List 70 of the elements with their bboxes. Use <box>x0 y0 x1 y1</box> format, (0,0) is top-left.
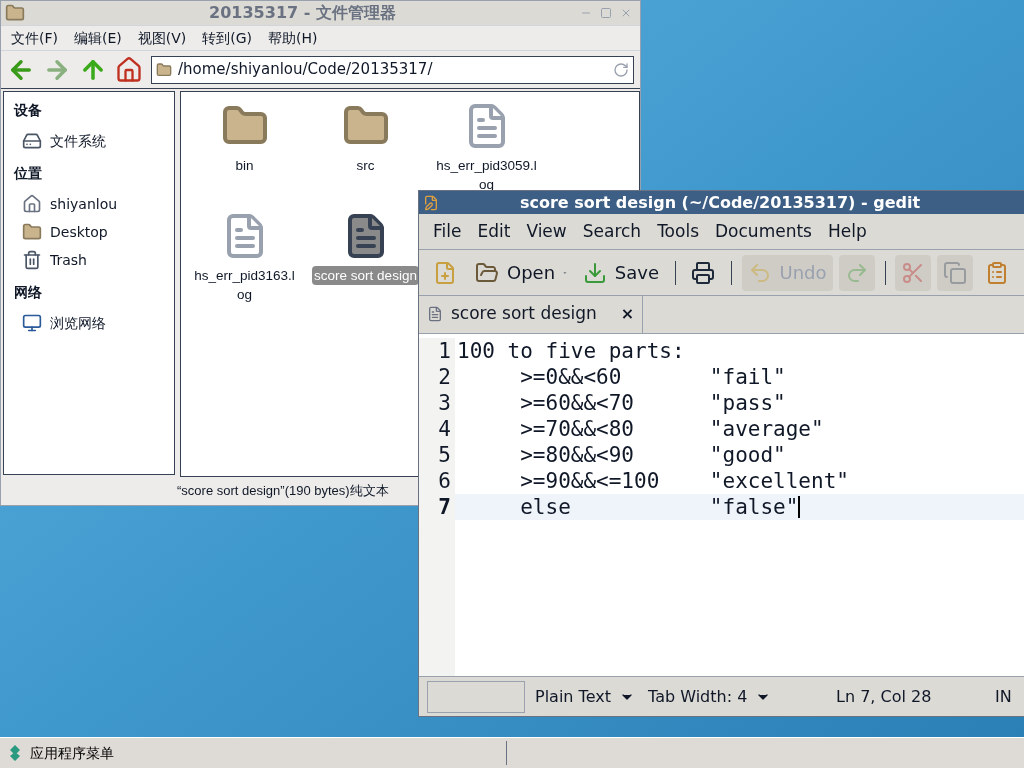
code-line: >=0&&<60 "fail" <box>519 364 786 390</box>
line-number: 3 <box>438 390 451 416</box>
sidebar-heading: 位置 <box>14 164 43 183</box>
line-number: 1 <box>438 338 451 364</box>
insert-mode: IN <box>995 685 1012 708</box>
code-line: 100 to five parts: <box>457 338 685 364</box>
code-line: >=70&&<80 "average" <box>519 416 824 442</box>
window-title: score sort design (~/Code/20135317) - gedit <box>518 191 922 214</box>
code-line: >=80&&<90 "good" <box>519 442 786 468</box>
home-icon[interactable] <box>115 55 143 84</box>
printer-icon <box>691 260 716 285</box>
menu-item[interactable]: Edit <box>471 218 517 245</box>
menu-item[interactable]: Help <box>821 218 873 245</box>
folder-icon <box>22 222 42 242</box>
menu-item[interactable]: 转到(G) <box>196 27 259 49</box>
copy-icon <box>942 260 967 285</box>
home-icon <box>22 194 42 214</box>
folder-icon <box>475 260 499 285</box>
folder-icon <box>156 61 172 78</box>
language-dropdown[interactable]: Plain Text <box>535 684 635 709</box>
line-number: 6 <box>438 468 451 494</box>
menu-item[interactable]: Documents <box>709 218 818 245</box>
reload-icon[interactable] <box>613 61 629 78</box>
sidebar-item[interactable]: shiyanlou <box>14 190 174 218</box>
menu-item[interactable]: 帮助(H) <box>262 27 324 49</box>
new-file-icon <box>433 260 457 285</box>
cursor-position: Ln 7, Col 28 <box>836 685 932 708</box>
scissors-icon <box>900 260 925 285</box>
sidebar-item[interactable]: 浏览网络 <box>14 309 174 337</box>
filename-label[interactable]: src <box>354 156 377 175</box>
sidebar-heading: 网络 <box>14 283 43 302</box>
menu-item[interactable]: 文件(F) <box>5 27 64 49</box>
menu-item[interactable]: Search <box>576 218 648 245</box>
tab-width-dropdown[interactable]: Tab Width: 4 <box>648 684 772 709</box>
sidebar-item[interactable]: 文件系统 <box>14 127 174 155</box>
applications-menu[interactable]: 应用程序菜单 <box>30 742 114 764</box>
trash-icon <box>22 250 42 270</box>
menu-item[interactable]: View <box>520 218 573 245</box>
line-number: 5 <box>438 442 451 468</box>
folder-icon <box>5 3 25 23</box>
menu-item[interactable]: 视图(V) <box>131 27 193 49</box>
close-icon[interactable] <box>620 7 632 19</box>
line-number: 4 <box>438 416 451 442</box>
line-number: 7 <box>438 494 451 520</box>
sidebar-item[interactable]: Desktop <box>14 218 174 246</box>
monitor-icon <box>22 313 42 333</box>
download-icon <box>582 260 607 285</box>
text-cursor <box>798 496 801 518</box>
editor-app-icon <box>423 194 439 211</box>
code-line: >=60&&<70 "pass" <box>519 390 786 416</box>
menu-item[interactable]: Tools <box>651 218 705 245</box>
save-button[interactable]: Save <box>576 254 666 291</box>
sidebar-item[interactable]: Trash <box>14 246 174 274</box>
line-number: 2 <box>438 364 451 390</box>
close-tab-button[interactable]: × <box>620 302 635 326</box>
code-line: else "false" <box>519 494 799 520</box>
window-title: 20135317 - 文件管理器 <box>208 2 397 24</box>
filename-label[interactable]: hs_err_pid3163.log <box>188 266 301 304</box>
document-tab[interactable]: score sort design × <box>419 295 644 333</box>
menu-item[interactable]: 编辑(E) <box>68 27 128 49</box>
status-text: “score sort design”(190 bytes)纯文本 <box>177 482 389 501</box>
document-icon <box>427 306 443 322</box>
open-button[interactable]: Open <box>469 254 562 291</box>
menu-item[interactable]: File <box>427 218 468 245</box>
path-field[interactable]: /home/shiyanlou/Code/20135317/ <box>151 55 634 84</box>
sidebar-heading: 设备 <box>14 101 43 120</box>
filename-label[interactable]: bin <box>233 156 256 175</box>
maximize-icon[interactable] <box>600 7 612 19</box>
drive-icon <box>22 131 42 151</box>
code-line: >=90&&<=100 "excellent" <box>519 468 849 494</box>
